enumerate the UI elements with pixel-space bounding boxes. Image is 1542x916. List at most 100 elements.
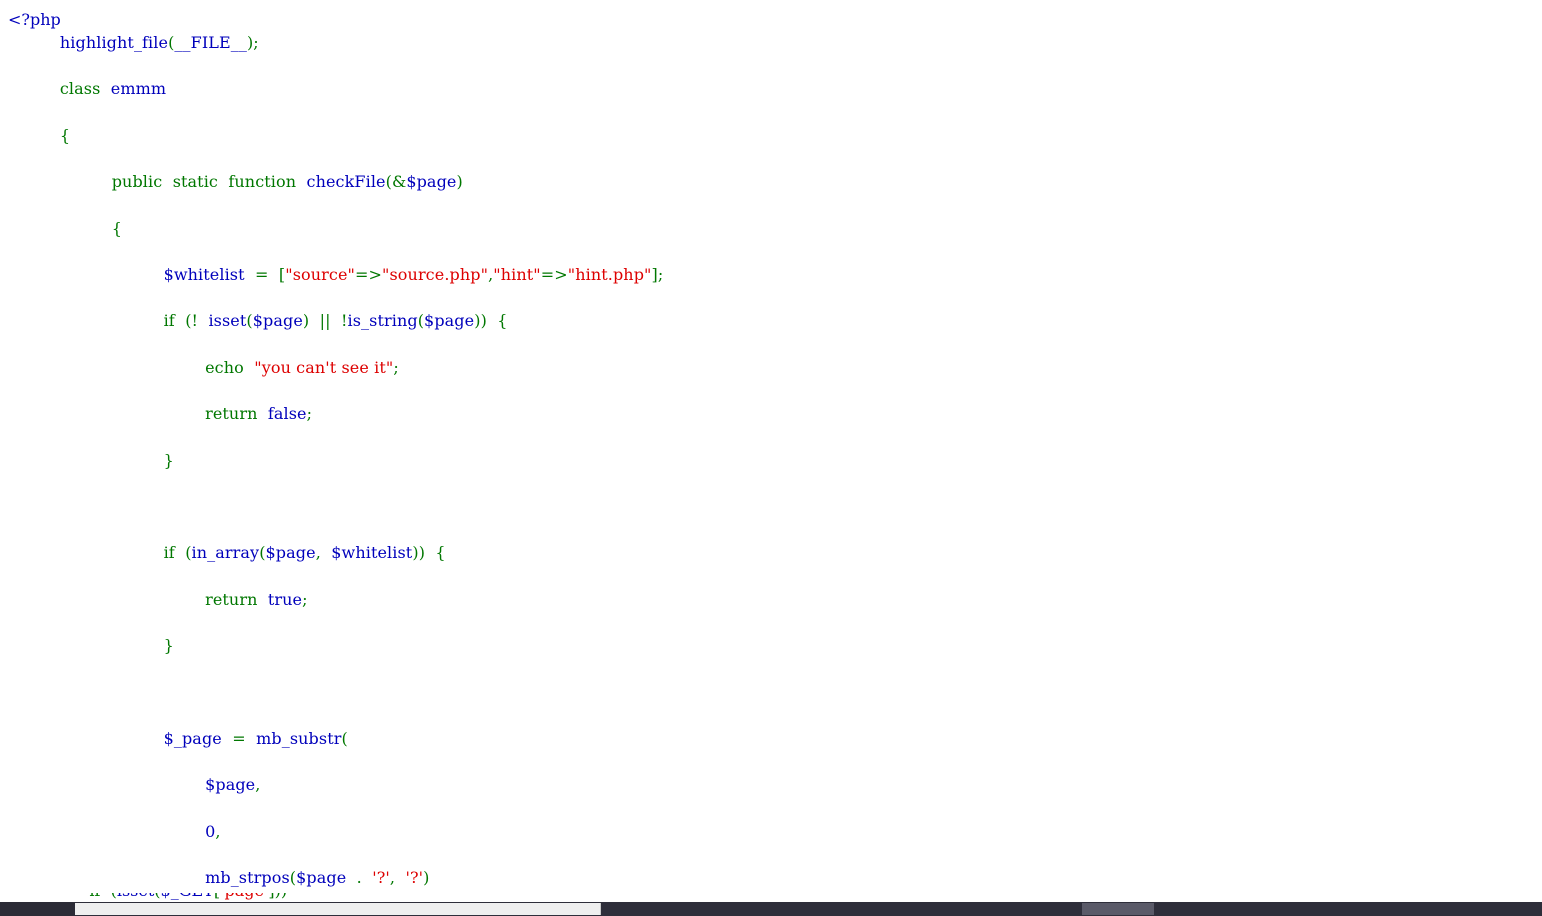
code-token: 0 — [205, 821, 216, 841]
code-token: mb_strpos — [205, 868, 290, 888]
code-token: return — [205, 589, 258, 609]
code-line: 0, — [8, 820, 663, 843]
code-token: = — [255, 264, 269, 284]
code-token: 'page' — [220, 893, 268, 900]
code-token: '?' — [372, 868, 390, 888]
code-token: ; — [302, 589, 308, 609]
code-line: highlight_file(__FILE__); — [8, 31, 663, 54]
code-token: echo — [205, 357, 244, 377]
code-line: return false; — [8, 402, 663, 425]
code-token: "hint.php" — [567, 264, 652, 284]
code-token: ) — [281, 893, 287, 900]
code-token: $page — [252, 311, 303, 331]
code-line: echo "you can't see it"; — [8, 356, 663, 379]
code-token: false — [267, 404, 307, 424]
code-token: "source.php" — [382, 264, 489, 284]
code-token: "hint" — [493, 264, 541, 284]
code-token: & — [391, 172, 407, 192]
code-token: __FILE__ — [174, 33, 247, 52]
code-token: { — [435, 543, 446, 563]
code-token: "you can't see it" — [254, 357, 394, 377]
code-token: static — [172, 172, 218, 192]
code-token: => — [355, 264, 383, 284]
code-line: } — [8, 634, 663, 657]
php-code-block: highlight_file(__FILE__); class emmm { p… — [8, 31, 663, 902]
code-line: if (in_array($page, $whitelist)) { — [8, 541, 663, 564]
horizontal-scrollbar-thumb-secondary[interactable] — [1082, 903, 1154, 915]
code-token: $_page — [163, 728, 222, 748]
php-source-listing: <?php highlight_file(__FILE__); class em… — [0, 0, 1542, 902]
code-token: ; — [253, 33, 259, 52]
code-token: , — [255, 775, 261, 795]
code-token: class — [59, 79, 101, 99]
scrollbar-left-cap — [0, 902, 75, 916]
code-token: is_string — [347, 311, 418, 331]
code-token: public — [111, 172, 163, 192]
code-line: $whitelist = ["source"=>"source.php","hi… — [8, 263, 664, 286]
code-token: $page — [296, 868, 347, 888]
horizontal-scrollbar-thumb[interactable] — [75, 903, 601, 915]
code-token: $page — [424, 311, 475, 331]
code-token: if — [163, 543, 175, 563]
code-token: $page — [265, 543, 316, 563]
code-line: if (! isset($page) || !is_string($page))… — [8, 309, 663, 332]
code-token: "source" — [285, 264, 356, 284]
code-line: } — [8, 449, 663, 472]
code-token: $whitelist — [331, 543, 413, 563]
code-token: , — [215, 821, 221, 841]
php-open-tag: <?php — [8, 10, 61, 29]
code-token: ) — [423, 868, 430, 888]
bottom-chrome — [0, 902, 1542, 916]
code-line: class emmm — [8, 77, 663, 100]
code-token: if — [163, 311, 175, 331]
code-token: $page — [205, 775, 256, 795]
code-token: mb_substr — [256, 728, 342, 748]
code-token: checkFile — [306, 172, 386, 192]
code-line: $_page = mb_substr( — [8, 727, 663, 750]
code-token: ; — [306, 404, 313, 424]
browser-viewport: <?php highlight_file(__FILE__); class em… — [0, 0, 1542, 916]
code-line: public static function checkFile(&$page) — [8, 170, 663, 193]
code-token: '?' — [405, 868, 424, 888]
clipped-source-line-text: if (isset($_GET['page'])) — [8, 893, 1108, 902]
code-token: { — [111, 218, 122, 238]
code-token: $whitelist — [163, 264, 245, 284]
code-line: mb_strpos($page . '?', '?') — [8, 866, 663, 889]
clipped-source-line: if (isset($_GET['page'])) — [8, 893, 1108, 902]
code-token: { — [59, 125, 71, 145]
code-token: { — [497, 311, 508, 331]
code-token: ( — [341, 728, 348, 748]
code-token: in_array — [191, 543, 260, 563]
code-token: ; — [657, 264, 664, 284]
code-token: true — [267, 589, 303, 609]
code-token: ; — [393, 357, 399, 377]
code-token: => — [540, 264, 568, 284]
code-token: = — [232, 728, 246, 748]
code-token: } — [163, 450, 174, 470]
code-token: highlight_file — [59, 33, 169, 52]
code-token: if — [89, 893, 100, 900]
code-token: isset — [208, 311, 247, 331]
